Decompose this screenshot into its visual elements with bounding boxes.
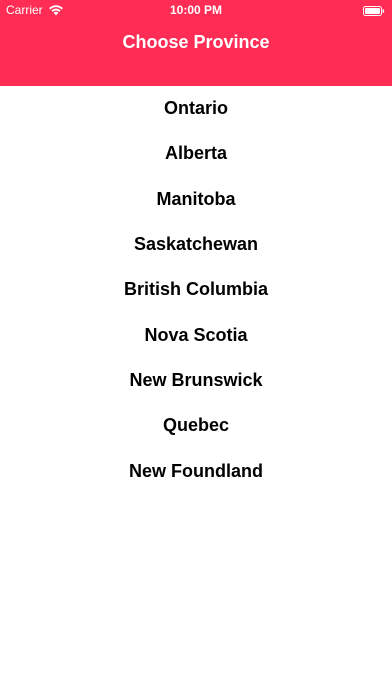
province-item[interactable]: Alberta bbox=[0, 131, 392, 176]
province-item[interactable]: Nova Scotia bbox=[0, 312, 392, 357]
province-item[interactable]: British Columbia bbox=[0, 267, 392, 312]
province-item[interactable]: Saskatchewan bbox=[0, 222, 392, 267]
province-picker-screen: Carrier 10:00 PM Choose Province Ontario… bbox=[0, 0, 392, 696]
province-list: Ontario Alberta Manitoba Saskatchewan Br… bbox=[0, 86, 392, 494]
province-item[interactable]: Quebec bbox=[0, 403, 392, 448]
status-time: 10:00 PM bbox=[169, 3, 223, 17]
province-item[interactable]: New Brunswick bbox=[0, 358, 392, 403]
nav-header: Carrier 10:00 PM Choose Province bbox=[0, 0, 392, 86]
province-item[interactable]: New Foundland bbox=[0, 448, 392, 493]
province-item[interactable]: Manitoba bbox=[0, 177, 392, 222]
status-bar: Carrier 10:00 PM bbox=[0, 0, 392, 20]
page-title: Choose Province bbox=[122, 32, 270, 52]
province-item[interactable]: Ontario bbox=[0, 86, 392, 131]
battery-icon bbox=[363, 5, 385, 16]
